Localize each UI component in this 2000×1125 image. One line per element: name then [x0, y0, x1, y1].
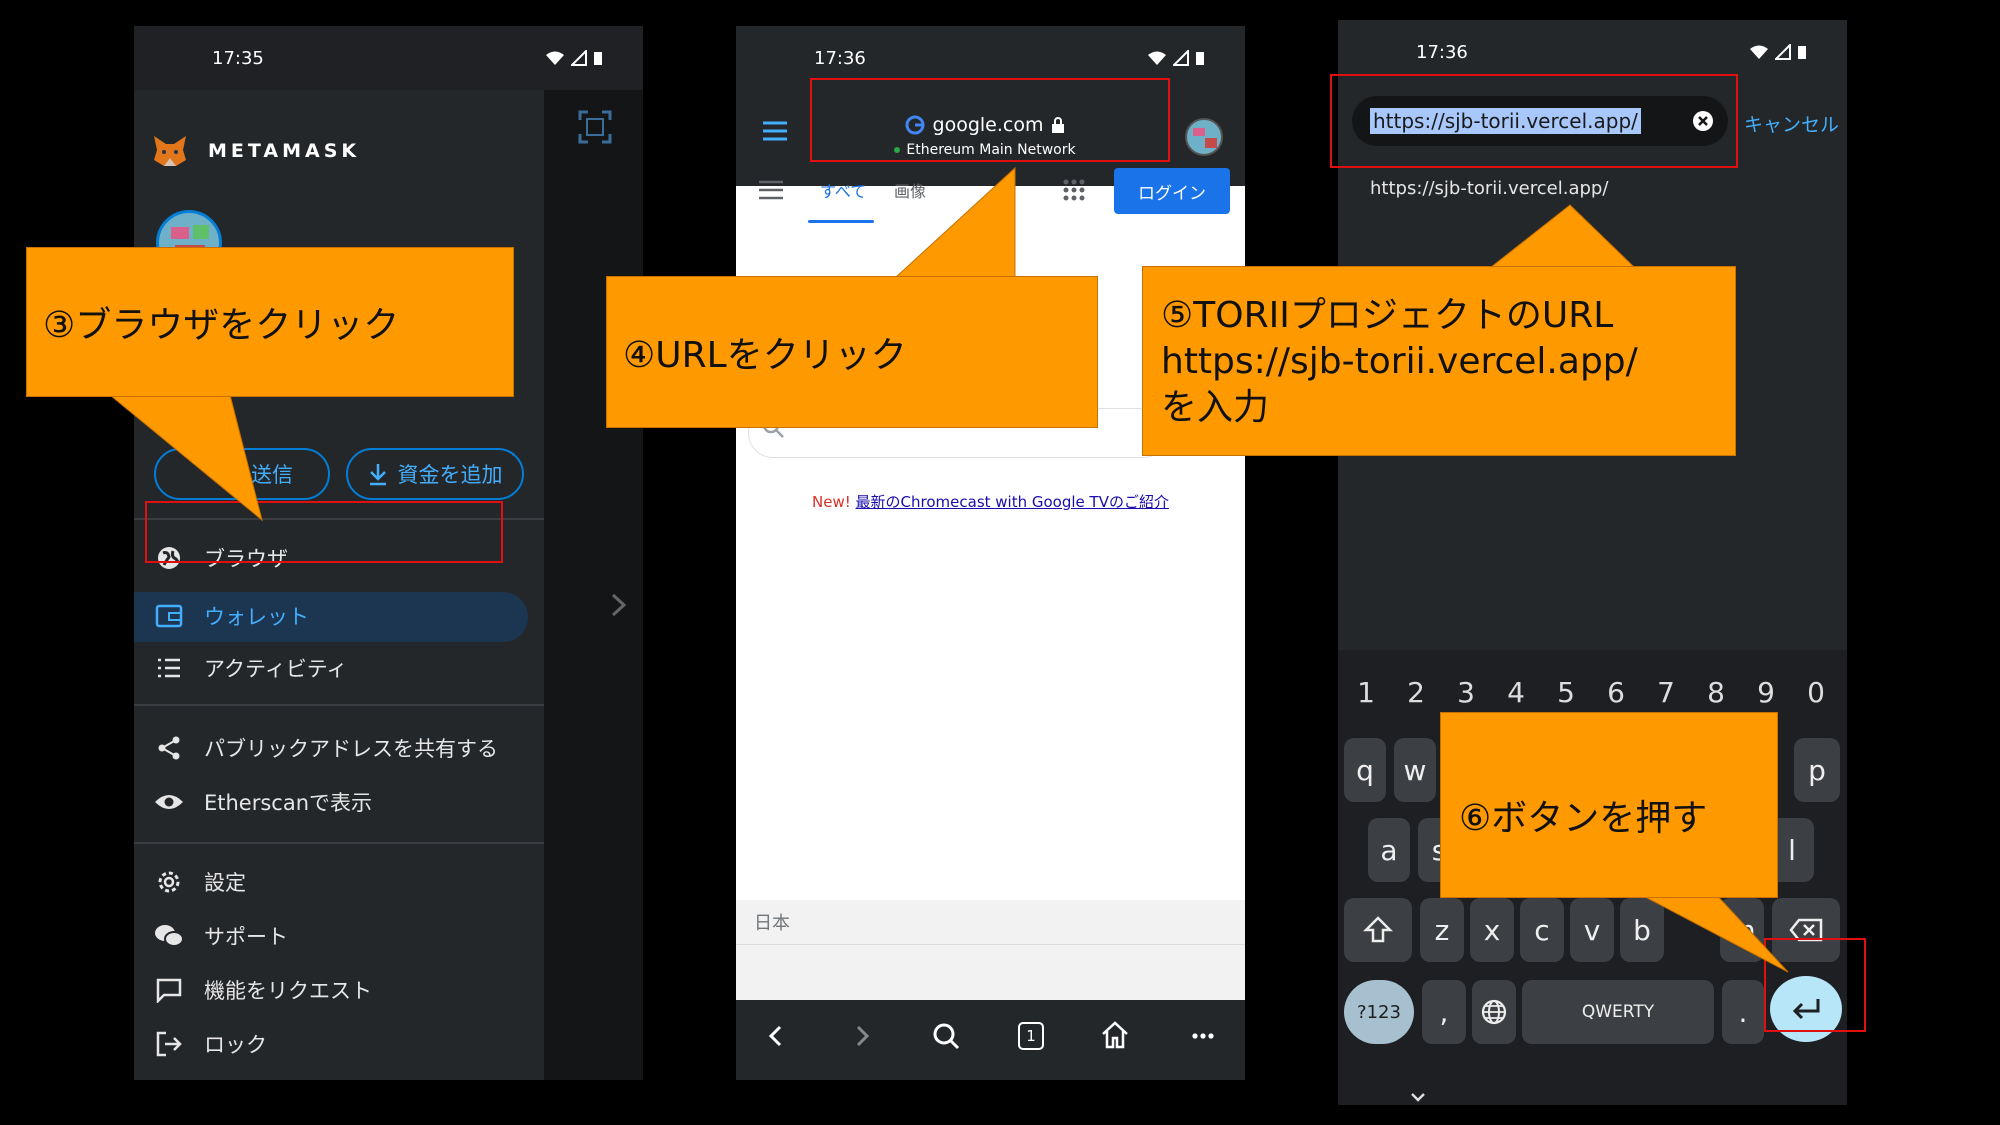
callout-step5-line1: ⑤TORIIプロジェクトのURL [1161, 295, 1614, 336]
callout-step6: ⑥ボタンを押す [1440, 712, 1778, 898]
callout-pointers [108, 166, 1789, 973]
callout-step3-text: ③ブラウザをクリック [43, 305, 400, 346]
callout-step4: ④URLをクリック [606, 276, 1098, 428]
callout-step6-text: ⑥ボタンを押す [1459, 798, 1708, 839]
callout-step5-line3: を入力 [1161, 387, 1270, 428]
callout-step3: ③ブラウザをクリック [26, 247, 514, 397]
callout-step5: ⑤TORIIプロジェクトのURL https://sjb-torii.verce… [1142, 266, 1736, 456]
callout-step4-text: ④URLをクリック [623, 335, 907, 376]
callout-step5-line2: https://sjb-torii.vercel.app/ [1161, 341, 1638, 382]
